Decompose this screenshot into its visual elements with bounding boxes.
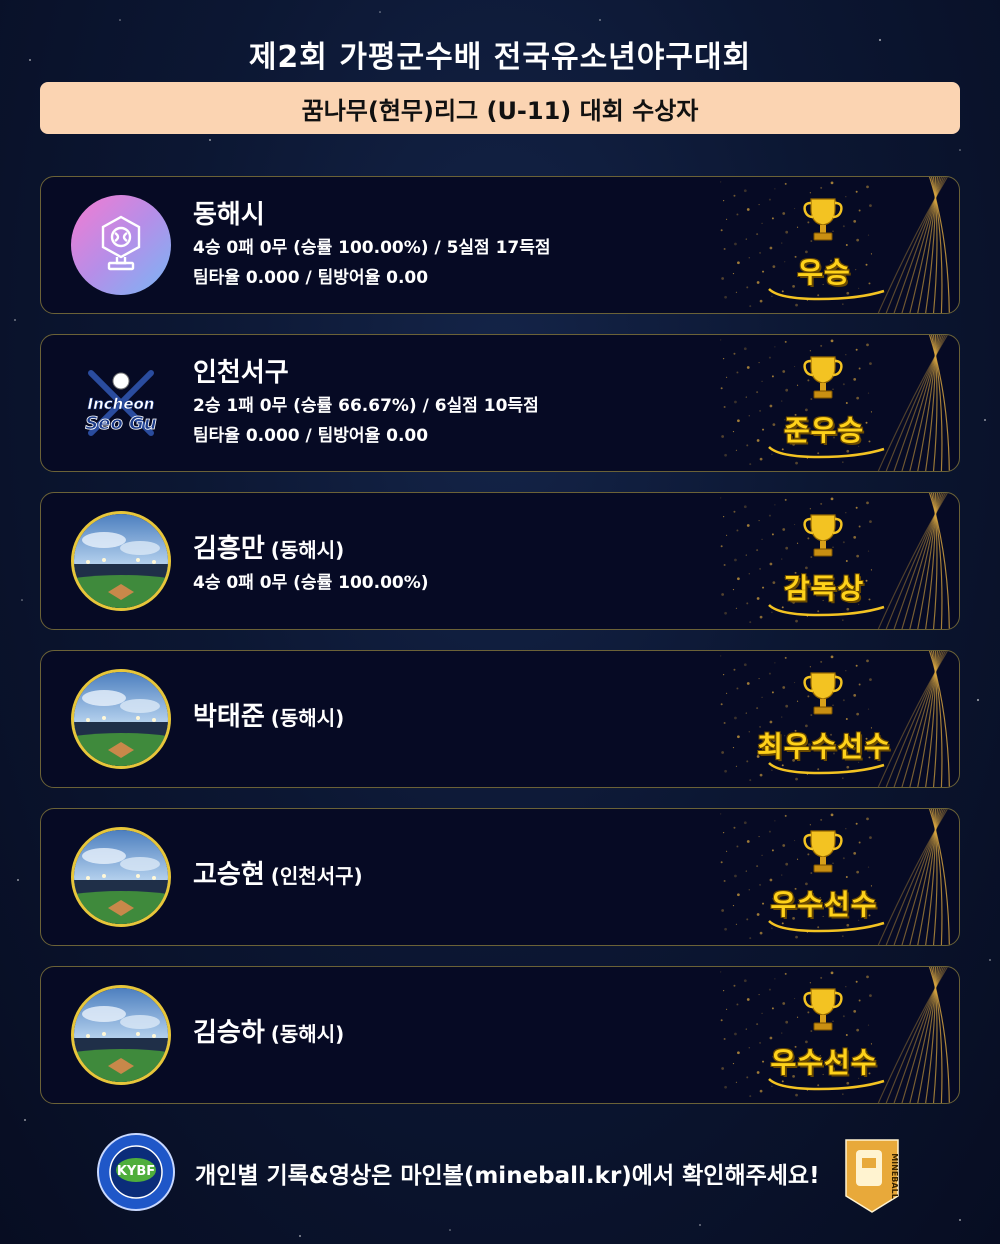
stadium-photo	[71, 511, 171, 611]
winner-info: 김흥만 (동해시) 4승 0패 0무 (승률 100.00%)	[193, 531, 429, 598]
award-underline-swoosh	[768, 288, 885, 301]
winner-name-text: 인천서구	[193, 358, 289, 388]
trophy-icon	[803, 672, 843, 715]
footer: KYBF 개인별 기록&영상은 마인볼(mineball.kr)에서 확인해주세…	[0, 1132, 1000, 1213]
kybf-logo: KYBF	[97, 1133, 175, 1211]
award-card: 김승하 (동해시) 우수선수	[40, 966, 960, 1104]
team-stats-line: 팀타율 0.000 / 팀방어율 0.00	[193, 426, 429, 446]
winner-name: 인천서구	[193, 355, 539, 391]
winner-team: (동해시)	[270, 706, 345, 730]
winner-team: (동해시)	[270, 1022, 345, 1046]
award-card: 김흥만 (동해시) 4승 0패 0무 (승률 100.00%) 감독상	[40, 492, 960, 630]
winner-name: 김승하 (동해시)	[193, 1015, 344, 1052]
award-badge: 준우승	[709, 335, 959, 471]
award-badge: 우승	[709, 177, 959, 313]
svg-text:KYBF: KYBF	[117, 1164, 155, 1179]
trophy-icon	[803, 514, 843, 557]
team-logo: Incheon Seo Gu	[71, 353, 171, 453]
winner-name-text: 박태준	[193, 702, 265, 732]
svg-text:Seo Gu: Seo Gu	[85, 413, 157, 434]
award-underline-swoosh	[768, 762, 885, 775]
subtitle-text: 꿈나무(현무)리그 (U-11) 대회 수상자	[301, 96, 699, 125]
winner-name-text: 김승하	[193, 1018, 265, 1048]
record-line: 4승 0패 0무 (승률 100.00%)	[193, 573, 429, 593]
trophy-icon	[71, 195, 171, 295]
footer-text: 개인별 기록&영상은 마인볼(mineball.kr)에서 확인해주세요!	[195, 1163, 820, 1189]
trophy-icon	[803, 198, 843, 241]
award-card: 박태준 (동해시) 최우수선수	[40, 650, 960, 788]
winner-info: 인천서구 2승 1패 0무 (승률 66.67%) / 6실점 10득점팀타율 0…	[193, 355, 539, 451]
winner-name: 김흥만 (동해시)	[193, 531, 429, 568]
award-badge: 감독상	[709, 493, 959, 629]
winner-name: 고승현 (인천서구)	[193, 857, 363, 894]
winner-team: (인천서구)	[270, 864, 363, 888]
winner-name-text: 동해시	[193, 200, 265, 230]
winner-name: 동해시	[193, 197, 551, 233]
trophy-icon	[803, 830, 843, 873]
winner-name: 박태준 (동해시)	[193, 699, 344, 736]
mineball-logo: MINEBALL	[845, 1139, 899, 1213]
award-underline-swoosh	[768, 920, 885, 933]
winner-name-text: 고승현	[193, 860, 265, 890]
winner-info: 박태준 (동해시)	[193, 699, 344, 736]
winner-info: 김승하 (동해시)	[193, 1015, 344, 1052]
award-badge: 우수선수	[709, 967, 959, 1103]
stadium-photo	[71, 827, 171, 927]
winner-name-text: 김흥만	[193, 534, 265, 564]
award-card: 고승현 (인천서구) 우수선수	[40, 808, 960, 946]
award-underline-swoosh	[768, 604, 885, 617]
subtitle-banner: 꿈나무(현무)리그 (U-11) 대회 수상자	[40, 82, 960, 134]
award-underline-swoosh	[768, 1078, 885, 1091]
award-badge: 우수선수	[709, 809, 959, 945]
award-underline-swoosh	[768, 446, 885, 459]
award-badge: 최우수선수	[709, 651, 959, 787]
winner-info: 동해시 4승 0패 0무 (승률 100.00%) / 5실점 17득점팀타율 0…	[193, 197, 551, 293]
trophy-icon	[803, 356, 843, 399]
svg-text:Incheon: Incheon	[88, 395, 155, 413]
svg-text:MINEBALL: MINEBALL	[890, 1153, 899, 1199]
award-card: 동해시 4승 0패 0무 (승률 100.00%) / 5실점 17득점팀타율 0…	[40, 176, 960, 314]
winner-team: (동해시)	[270, 538, 345, 562]
stadium-photo	[71, 985, 171, 1085]
team-stats-line: 팀타율 0.000 / 팀방어율 0.00	[193, 268, 429, 288]
stadium-photo	[71, 669, 171, 769]
record-line: 4승 0패 0무 (승률 100.00%) / 5실점 17득점	[193, 238, 551, 258]
award-card: Incheon Seo Gu 인천서구 2승 1패 0무 (승률 66.67%) / …	[40, 334, 960, 472]
winner-info: 고승현 (인천서구)	[193, 857, 363, 894]
page-title: 제2회 가평군수배 전국유소년야구대회	[248, 40, 752, 75]
record-line: 2승 1패 0무 (승률 66.67%) / 6실점 10득점	[193, 396, 539, 416]
trophy-icon	[803, 988, 843, 1031]
